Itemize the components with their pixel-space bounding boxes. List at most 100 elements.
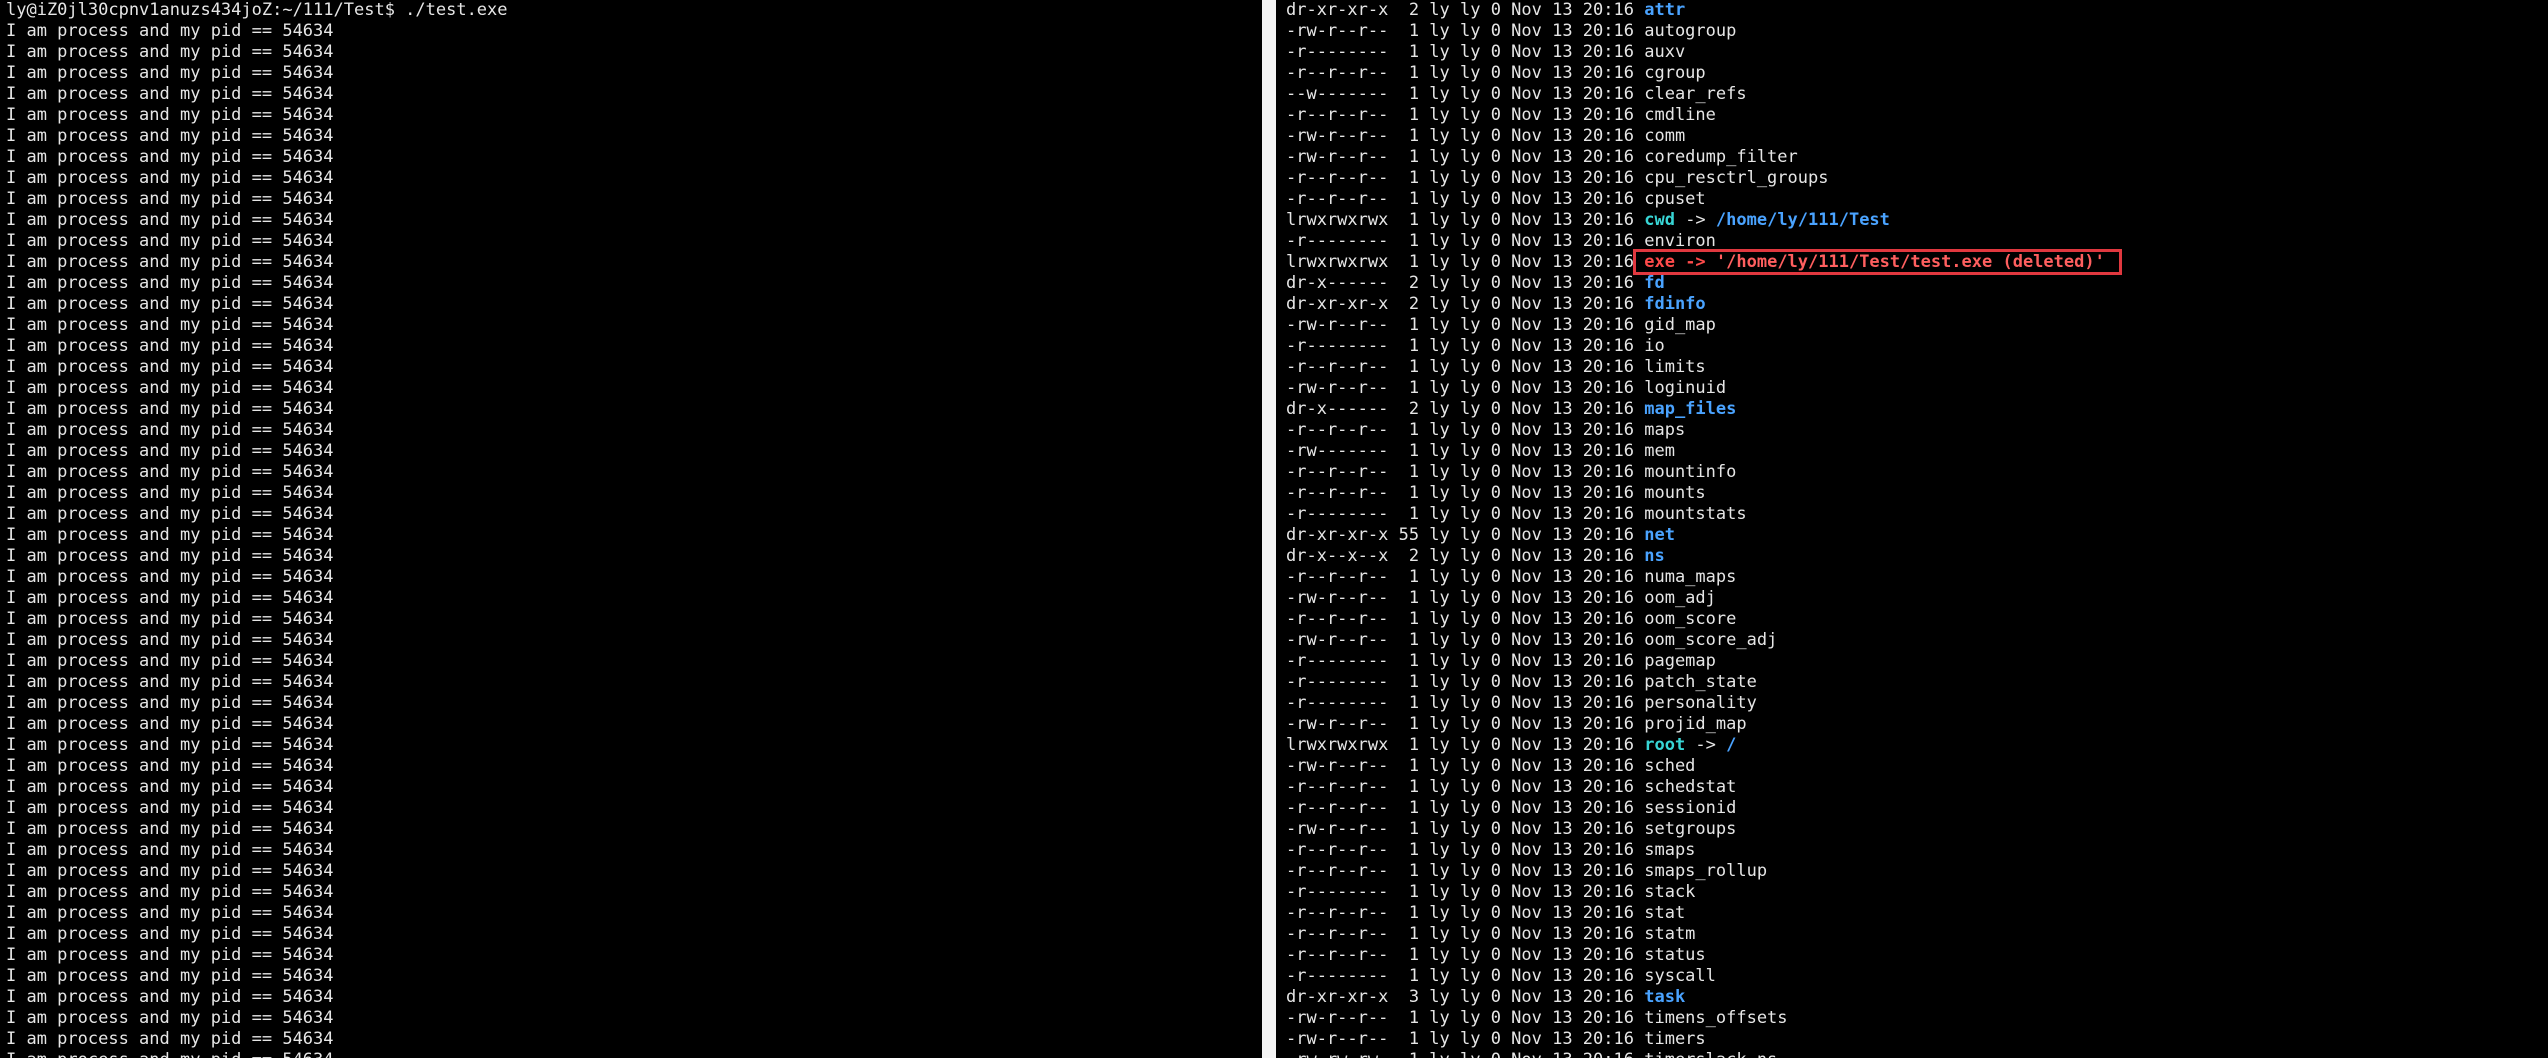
output-line: I am process and my pid == 54634 bbox=[6, 168, 334, 188]
listing-name: setgroups bbox=[1644, 819, 1737, 839]
listing-metadata: -r-------- 1 ly ly 0 Nov 13 20:16 bbox=[1286, 651, 1645, 671]
listing-row: dr-xr-xr-x 2 ly ly 0 Nov 13 20:16 attr bbox=[1286, 0, 2548, 21]
output-line: I am process and my pid == 54634 bbox=[6, 336, 334, 356]
listing-row: -rw-r--r-- 1 ly ly 0 Nov 13 20:16 setgro… bbox=[1286, 819, 2548, 840]
listing-row: -r--r--r-- 1 ly ly 0 Nov 13 20:16 cpuset bbox=[1286, 189, 2548, 210]
listing-metadata: -r-------- 1 ly ly 0 Nov 13 20:16 bbox=[1286, 966, 1645, 986]
listing-row: -rw-r--r-- 1 ly ly 0 Nov 13 20:16 coredu… bbox=[1286, 147, 2548, 168]
listing-name: cwd bbox=[1644, 210, 1675, 230]
output-line: I am process and my pid == 54634 bbox=[6, 966, 334, 986]
listing-metadata: -rw-r--r-- 1 ly ly 0 Nov 13 20:16 bbox=[1286, 1008, 1645, 1028]
listing-row: -r--r--r-- 1 ly ly 0 Nov 13 20:16 scheds… bbox=[1286, 777, 2548, 798]
pane-divider[interactable] bbox=[1262, 0, 1276, 1058]
listing-name: smaps_rollup bbox=[1644, 861, 1768, 881]
right-terminal-output: dr-xr-xr-x 2 ly ly 0 Nov 13 20:16 attr -r… bbox=[1280, 0, 2548, 1058]
listing-metadata: -rw-r--r-- 1 ly ly 0 Nov 13 20:16 bbox=[1286, 588, 1645, 608]
listing-row: -rw-r--r-- 1 ly ly 0 Nov 13 20:16 timens… bbox=[1286, 1008, 2548, 1029]
listing-name: loginuid bbox=[1644, 378, 1727, 398]
output-line: I am process and my pid == 54634 bbox=[6, 420, 334, 440]
output-line: I am process and my pid == 54634 bbox=[6, 105, 334, 125]
output-line: I am process and my pid == 54634 bbox=[6, 924, 334, 944]
listing-name: task bbox=[1644, 987, 1686, 1007]
output-line: I am process and my pid == 54634 bbox=[6, 231, 334, 251]
output-line: I am process and my pid == 54634 bbox=[6, 630, 334, 650]
listing-metadata: dr-x--x--x 2 ly ly 0 Nov 13 20:16 bbox=[1286, 546, 1645, 566]
listing-name: statm bbox=[1644, 924, 1696, 944]
listing-row: -rw-rw-rw- 1 ly ly 0 Nov 13 20:16 timers… bbox=[1286, 1050, 2548, 1058]
listing-row: -r-------- 1 ly ly 0 Nov 13 20:16 io bbox=[1286, 336, 2548, 357]
listing-name: syscall bbox=[1644, 966, 1716, 986]
output-line: I am process and my pid == 54634 bbox=[6, 357, 334, 377]
output-line: I am process and my pid == 54634 bbox=[6, 735, 334, 755]
listing-row: -r--r--r-- 1 ly ly 0 Nov 13 20:16 cgroup bbox=[1286, 63, 2548, 84]
listing-name: gid_map bbox=[1644, 315, 1716, 335]
output-line: I am process and my pid == 54634 bbox=[6, 546, 334, 566]
listing-name: personality bbox=[1644, 693, 1757, 713]
listing-row: -rw-r--r-- 1 ly ly 0 Nov 13 20:16 sched bbox=[1286, 756, 2548, 777]
listing-metadata: -r--r--r-- 1 ly ly 0 Nov 13 20:16 bbox=[1286, 861, 1645, 881]
listing-name: mountinfo bbox=[1644, 462, 1737, 482]
listing-name: stack bbox=[1644, 882, 1696, 902]
listing-name: coredump_filter bbox=[1644, 147, 1798, 167]
listing-metadata: -r--r--r-- 1 ly ly 0 Nov 13 20:16 bbox=[1286, 567, 1645, 587]
listing-metadata: -r-------- 1 ly ly 0 Nov 13 20:16 bbox=[1286, 672, 1645, 692]
listing-name: mountstats bbox=[1644, 504, 1747, 524]
output-line: I am process and my pid == 54634 bbox=[6, 567, 334, 587]
listing-metadata: -r--r--r-- 1 ly ly 0 Nov 13 20:16 bbox=[1286, 903, 1645, 923]
output-line: I am process and my pid == 54634 bbox=[6, 987, 334, 1007]
listing-name: cpu_resctrl_groups bbox=[1644, 168, 1829, 188]
listing-row: dr-x------ 2 ly ly 0 Nov 13 20:16 fd bbox=[1286, 273, 2548, 294]
listing-metadata: lrwxrwxrwx 1 ly ly 0 Nov 13 20:16 bbox=[1286, 252, 1645, 272]
listing-row: dr-xr-xr-x 3 ly ly 0 Nov 13 20:16 task bbox=[1286, 987, 2548, 1008]
listing-row: -r--r--r-- 1 ly ly 0 Nov 13 20:16 mounti… bbox=[1286, 462, 2548, 483]
output-line: I am process and my pid == 54634 bbox=[6, 294, 334, 314]
listing-name: numa_maps bbox=[1644, 567, 1737, 587]
left-terminal-pane[interactable]: ly@iZ0jl30cpnv1anuzs434joZ:~/111/Test$ .… bbox=[0, 0, 1258, 1058]
listing-metadata: -r--r--r-- 1 ly ly 0 Nov 13 20:16 bbox=[1286, 777, 1645, 797]
output-line: I am process and my pid == 54634 bbox=[6, 1029, 334, 1049]
output-line: I am process and my pid == 54634 bbox=[6, 903, 334, 923]
listing-name: timers bbox=[1644, 1029, 1706, 1049]
listing-metadata: -rw-r--r-- 1 ly ly 0 Nov 13 20:16 bbox=[1286, 378, 1645, 398]
listing-name: root bbox=[1644, 735, 1686, 755]
listing-name: limits bbox=[1644, 357, 1706, 377]
listing-row: dr-x--x--x 2 ly ly 0 Nov 13 20:16 ns bbox=[1286, 546, 2548, 567]
listing-name: mem bbox=[1644, 441, 1675, 461]
listing-metadata: -rw-r--r-- 1 ly ly 0 Nov 13 20:16 bbox=[1286, 147, 1645, 167]
listing-metadata: -rw-rw-rw- 1 ly ly 0 Nov 13 20:16 bbox=[1286, 1050, 1644, 1058]
listing-metadata: dr-xr-xr-x 2 ly ly 0 Nov 13 20:16 bbox=[1286, 294, 1645, 314]
listing-metadata: -rw-r--r-- 1 ly ly 0 Nov 13 20:16 bbox=[1286, 819, 1645, 839]
right-terminal-pane[interactable]: dr-xr-xr-x 2 ly ly 0 Nov 13 20:16 attr -r… bbox=[1280, 0, 2548, 1058]
listing-metadata: -r--r--r-- 1 ly ly 0 Nov 13 20:16 bbox=[1286, 483, 1645, 503]
listing-row: -rw------- 1 ly ly 0 Nov 13 20:16 mem bbox=[1286, 441, 2548, 462]
output-line: I am process and my pid == 54634 bbox=[6, 147, 334, 167]
listing-name: schedstat bbox=[1644, 777, 1737, 797]
listing-name: clear_refs bbox=[1644, 84, 1747, 104]
shell-prompt-line: ly@iZ0jl30cpnv1anuzs434joZ:~/111/Test$ .… bbox=[6, 0, 508, 20]
listing-row: dr-x------ 2 ly ly 0 Nov 13 20:16 map_fi… bbox=[1286, 399, 2548, 420]
listing-name: io bbox=[1644, 336, 1665, 356]
listing-row: -r--r--r-- 1 ly ly 0 Nov 13 20:16 mounts bbox=[1286, 483, 2548, 504]
listing-name: exe bbox=[1644, 252, 1675, 272]
listing-metadata: -rw-r--r-- 1 ly ly 0 Nov 13 20:16 bbox=[1286, 21, 1645, 41]
screen: ly@iZ0jl30cpnv1anuzs434joZ:~/111/Test$ .… bbox=[0, 0, 2548, 1058]
listing-row: --w------- 1 ly ly 0 Nov 13 20:16 clear_… bbox=[1286, 84, 2548, 105]
listing-metadata: -r--r--r-- 1 ly ly 0 Nov 13 20:16 bbox=[1286, 840, 1645, 860]
listing-row: -r--r--r-- 1 ly ly 0 Nov 13 20:16 maps bbox=[1286, 420, 2548, 441]
listing-row: -rw-r--r-- 1 ly ly 0 Nov 13 20:16 oom_ad… bbox=[1286, 588, 2548, 609]
listing-name: maps bbox=[1644, 420, 1686, 440]
output-line: I am process and my pid == 54634 bbox=[6, 441, 334, 461]
listing-name: timerslack_ns bbox=[1644, 1050, 1777, 1058]
listing-row: -r-------- 1 ly ly 0 Nov 13 20:16 patch_… bbox=[1286, 672, 2548, 693]
listing-row: lrwxrwxrwx 1 ly ly 0 Nov 13 20:16 root -… bbox=[1286, 735, 2548, 756]
output-line: I am process and my pid == 54634 bbox=[6, 273, 334, 293]
listing-name: patch_state bbox=[1644, 672, 1757, 692]
output-line: I am process and my pid == 54634 bbox=[6, 819, 334, 839]
listing-row: -r-------- 1 ly ly 0 Nov 13 20:16 syscal… bbox=[1286, 966, 2548, 987]
listing-row: -r-------- 1 ly ly 0 Nov 13 20:16 pagema… bbox=[1286, 651, 2548, 672]
output-line: I am process and my pid == 54634 bbox=[6, 609, 334, 629]
listing-metadata: -r--r--r-- 1 ly ly 0 Nov 13 20:16 bbox=[1286, 357, 1645, 377]
listing-metadata: dr-xr-xr-x 2 ly ly 0 Nov 13 20:16 bbox=[1286, 0, 1645, 20]
output-line: I am process and my pid == 54634 bbox=[6, 714, 334, 734]
listing-row: -r-------- 1 ly ly 0 Nov 13 20:16 stack bbox=[1286, 882, 2548, 903]
